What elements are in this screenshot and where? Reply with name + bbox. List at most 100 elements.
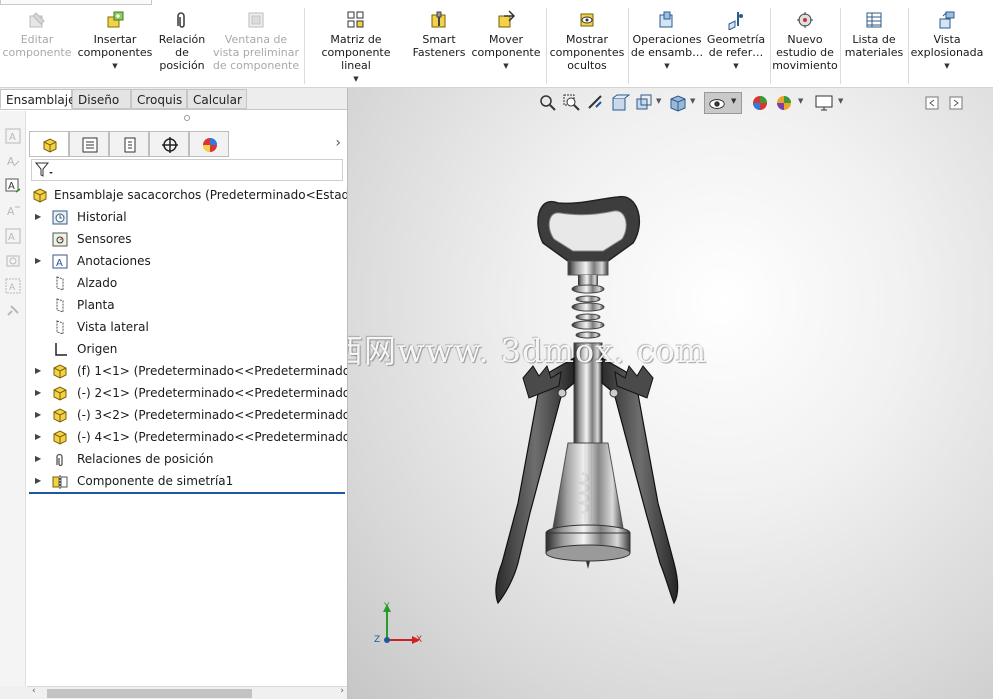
expand-arrow-icon[interactable]: ▶ <box>35 382 41 404</box>
tree-item-vista-lateral[interactable]: Vista lateral <box>27 316 347 338</box>
chevron-down-icon[interactable]: ▼ <box>306 73 406 86</box>
reference-geometry-icon <box>728 12 743 30</box>
chevron-down-icon[interactable]: ▼ <box>76 60 154 73</box>
filter-icon <box>35 162 53 177</box>
previous-view-icon[interactable] <box>586 93 606 113</box>
mate-button[interactable]: Relación de posición <box>156 8 208 86</box>
rollback-bar[interactable] <box>29 492 345 494</box>
tab-diseno[interactable]: Diseño <box>72 89 131 109</box>
expand-arrow-icon[interactable]: ▶ <box>35 448 41 470</box>
tree-item-alzado[interactable]: Alzado <box>27 272 347 294</box>
note-icon[interactable]: A <box>5 153 21 169</box>
chevron-down-icon[interactable]: ▼ <box>910 60 984 73</box>
zoom-to-fit-icon[interactable] <box>538 93 558 113</box>
move-component-button[interactable]: Mover componente ▼ <box>470 8 542 86</box>
chevron-down-icon[interactable]: ▼ <box>630 60 704 73</box>
tab-feature-manager[interactable] <box>29 131 69 157</box>
restore-view-icon[interactable] <box>924 95 940 111</box>
zoom-to-area-icon[interactable] <box>562 93 582 113</box>
bill-of-materials-icon <box>866 12 882 28</box>
tab-display-manager[interactable] <box>189 131 229 157</box>
auto-balloon-icon[interactable]: A <box>5 178 21 194</box>
surface-finish-icon[interactable]: A <box>5 228 21 244</box>
corkscrew-model[interactable] <box>478 183 718 613</box>
watermark-text: 莫西网www. 3dmox. com <box>348 332 708 370</box>
scrollbar-thumb[interactable] <box>47 689 252 698</box>
hide-show-items-button[interactable]: ▼ <box>704 92 742 114</box>
tree-item-component-3[interactable]: ▶ (-) 3<2> (Predeterminado<<Predetermina… <box>27 404 347 426</box>
svg-text:A: A <box>56 258 63 269</box>
chevron-down-icon[interactable]: ▼ <box>690 97 695 105</box>
view-settings-icon[interactable] <box>814 93 834 113</box>
hole-callout-icon[interactable]: A <box>5 278 21 294</box>
expand-arrow-icon[interactable]: ▶ <box>35 470 41 492</box>
linear-component-pattern-button[interactable]: Matriz de componente lineal ▼ <box>306 8 406 86</box>
tree-item-component-1[interactable]: ▶ (f) 1<1> (Predeterminado<<Predetermina… <box>27 360 347 382</box>
x-axis-label: X <box>416 635 423 645</box>
smart-fasteners-button[interactable]: Smart Fasteners <box>410 8 468 86</box>
tab-calcular[interactable]: Calcular <box>187 89 247 109</box>
tree-item-mates[interactable]: ▶ Relaciones de posición <box>27 448 347 470</box>
svg-text:A: A <box>8 232 15 243</box>
chevron-down-icon[interactable]: ▼ <box>704 60 768 73</box>
view-orientation-icon[interactable] <box>634 93 654 113</box>
expand-arrow-icon[interactable]: ▶ <box>35 250 41 272</box>
graphics-area[interactable]: ▼ ▼ ▼ ▼ ▼ 网www. 3dmox. com Y X Z <box>347 88 993 699</box>
chevron-down-icon[interactable]: ▼ <box>838 97 843 105</box>
tab-croquis[interactable]: Croquis <box>131 89 187 109</box>
edit-appearance-icon[interactable] <box>750 93 770 113</box>
linear-pattern-icon <box>347 11 364 28</box>
status-corner <box>0 686 27 699</box>
new-motion-study-button[interactable]: Nuevo estudio de movimiento <box>772 8 838 86</box>
tree-item-sensores[interactable]: Sensores <box>27 228 347 250</box>
chevron-down-icon[interactable]: ▼ <box>470 60 542 73</box>
exploded-view-button[interactable]: Vista explosionada ▼ <box>910 8 984 86</box>
panel-collapse-handle[interactable] <box>184 115 190 121</box>
tree-filter[interactable] <box>31 159 343 181</box>
maximize-view-icon[interactable] <box>948 95 964 111</box>
horizontal-scrollbar[interactable]: ‹ › <box>27 686 347 699</box>
chevron-right-icon[interactable]: › <box>335 135 341 151</box>
assembly-features-button[interactable]: Operaciones de ensamb… ▼ <box>630 8 704 86</box>
section-view-icon[interactable] <box>610 93 630 113</box>
tab-property-manager[interactable] <box>69 131 109 157</box>
reference-geometry-button[interactable]: Geometría de refer… ▼ <box>704 8 768 86</box>
component-preview-window-button[interactable]: Ventana de vista preliminar de component… <box>212 8 300 86</box>
part-icon <box>53 386 67 401</box>
chevron-down-icon[interactable]: ▼ <box>798 97 803 105</box>
chevron-down-icon[interactable]: ▼ <box>656 97 661 105</box>
plane-icon <box>56 298 64 313</box>
link-icon[interactable] <box>5 303 21 319</box>
feature-manager-panel: › Ensamblaje sacacorchos (Predeterminado… <box>27 111 347 686</box>
quick-access-strip <box>0 0 152 5</box>
expand-arrow-icon[interactable]: ▶ <box>35 426 41 448</box>
edit-component-button[interactable]: Editar componente <box>2 8 72 86</box>
tree-item-anotaciones[interactable]: ▶ A Anotaciones <box>27 250 347 272</box>
ribbon-separator <box>770 8 771 84</box>
tab-ensamblaje[interactable]: Ensamblaje <box>0 89 76 109</box>
tree-item-component-2[interactable]: ▶ (-) 2<1> (Predeterminado<<Predetermina… <box>27 382 347 404</box>
bill-of-materials-button[interactable]: Lista de materiales <box>842 8 906 86</box>
insert-components-icon <box>107 11 124 28</box>
tab-dimxpert[interactable] <box>149 131 189 157</box>
weld-symbol-icon[interactable] <box>5 253 21 269</box>
scroll-left-icon[interactable]: ‹ <box>32 686 36 696</box>
apply-scene-icon[interactable] <box>774 93 794 113</box>
datum-icon[interactable]: A <box>5 203 21 219</box>
feature-manager-icon <box>43 138 57 153</box>
tree-item-planta[interactable]: Planta <box>27 294 347 316</box>
tree-root-assembly[interactable]: Ensamblaje sacacorchos (Predeterminado<E… <box>27 184 347 206</box>
tree-item-mirror-component[interactable]: ▶ Componente de simetría1 <box>27 470 347 492</box>
show-hidden-components-button[interactable]: Mostrar componentes ocultos <box>548 8 626 86</box>
tree-item-origen[interactable]: Origen <box>27 338 347 360</box>
tree-item-historial[interactable]: ▶ Historial <box>27 206 347 228</box>
display-style-icon[interactable] <box>668 93 688 113</box>
expand-arrow-icon[interactable]: ▶ <box>35 360 41 382</box>
tab-configuration-manager[interactable] <box>109 131 149 157</box>
tree-item-component-4[interactable]: ▶ (-) 4<1> (Predeterminado<<Predetermina… <box>27 426 347 448</box>
expand-arrow-icon[interactable]: ▶ <box>35 404 41 426</box>
scroll-right-icon[interactable]: › <box>340 686 344 696</box>
insert-components-button[interactable]: Insertar componentes ▼ <box>76 8 154 86</box>
expand-arrow-icon[interactable]: ▶ <box>35 206 41 228</box>
annotation-icon[interactable]: A <box>5 128 21 144</box>
